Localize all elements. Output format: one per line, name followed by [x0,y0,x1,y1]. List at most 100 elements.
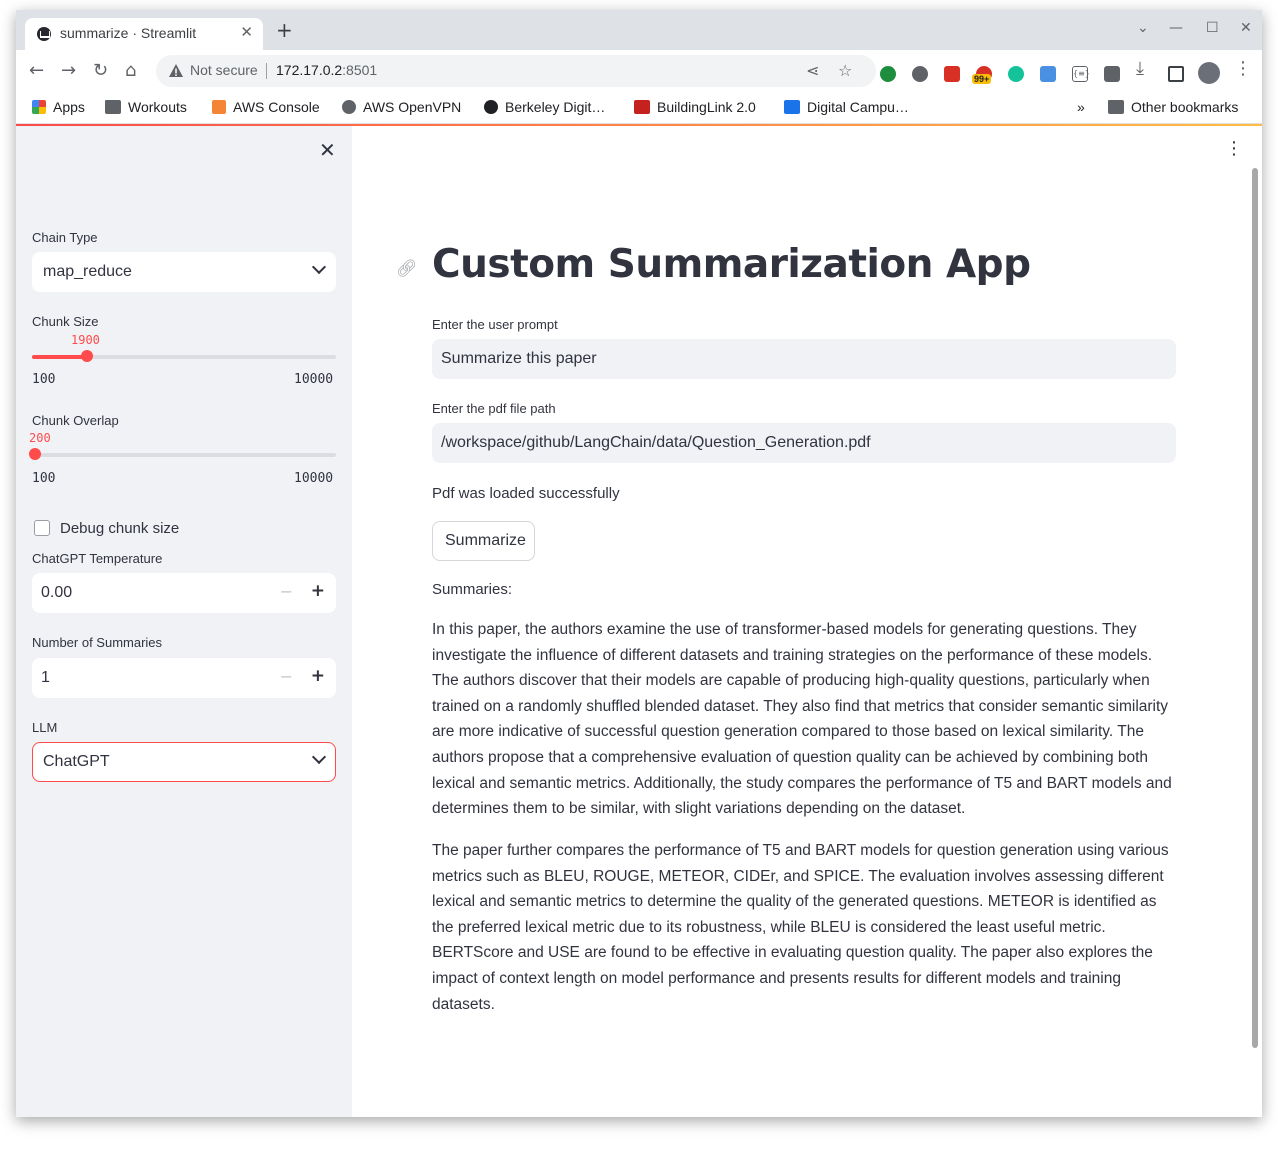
extension-green-arrow-icon[interactable] [880,66,896,82]
summary-paragraph: The paper further compares the performan… [432,842,1169,1013]
bookmark-workouts[interactable]: Workouts [105,99,187,115]
chunk-overlap-value: 200 [29,431,51,445]
share-icon[interactable]: ⋖ [806,61,819,80]
close-window-icon[interactable]: ✕ [1240,20,1252,36]
browser-window: summarize · Streamlit ✕ + ⌄ — ☐ ✕ ← → ↻ … [16,10,1262,1117]
browser-tab[interactable]: summarize · Streamlit ✕ [25,18,263,50]
folder-icon [105,100,121,114]
extension-badge-icon[interactable]: 99+ [972,66,992,84]
bookmark-aws-openvpn[interactable]: AWS OpenVPN [342,99,461,115]
num-summaries-increment-icon[interactable]: + [311,666,325,686]
chunk-size-slider-thumb[interactable] [80,350,93,362]
maximize-icon[interactable]: ☐ [1206,20,1219,36]
anchor-link-icon[interactable]: 🔗︎ [396,259,418,279]
apps-grid-icon [32,100,46,114]
extension-badge-count: 99+ [972,74,992,84]
chain-type-select[interactable]: map_reduce [32,252,336,292]
back-icon[interactable]: ← [29,61,44,81]
bookmark-berkeley[interactable]: Berkeley Digit… [484,99,605,115]
bookmark-label: Workouts [128,99,187,115]
home-icon[interactable]: ⌂ [125,61,136,81]
pdf-path-value: /workspace/github/LangChain/data/Questio… [441,434,871,451]
berkeley-icon [484,100,498,114]
streamlit-favicon-icon [37,27,51,41]
url-port: :8501 [342,62,378,78]
chunk-size-label: Chunk Size [32,314,99,329]
bookmark-buildinglink[interactable]: BuildingLink 2.0 [634,99,756,115]
url-text[interactable]: 172.17.0.2:8501 [276,62,377,78]
chevron-down-icon [311,749,327,765]
profile-avatar[interactable] [1198,62,1220,84]
prompt-value: Summarize this paper [441,350,597,367]
page-title: Custom Summarization App [432,242,1031,287]
num-summaries-value: 1 [41,669,50,686]
chain-type-label: Chain Type [32,230,98,245]
bookmark-aws-console[interactable]: AWS Console [212,99,320,115]
llm-value: ChatGPT [43,753,110,770]
side-panel-icon[interactable] [1168,66,1184,82]
download-icon[interactable]: ⤓ [1136,59,1144,79]
bookmark-apps[interactable]: Apps [32,99,85,115]
bookmarks-bar: Apps Workouts AWS Console AWS OpenVPN Be… [16,92,1262,124]
num-summaries-decrement-icon[interactable]: − [280,667,293,686]
prompt-input[interactable]: Summarize this paper [432,339,1176,379]
temperature-label: ChatGPT Temperature [32,551,163,566]
url-host: 172.17.0.2 [276,62,343,78]
tab-close-icon[interactable]: ✕ [240,23,253,41]
sidebar-close-icon[interactable]: ✕ [319,140,336,160]
temperature-decrement-icon[interactable]: − [280,582,293,601]
chevron-down-icon [311,259,327,275]
chain-type-value: map_reduce [43,263,132,280]
chunk-size-slider[interactable] [32,350,336,362]
temperature-value: 0.00 [41,584,73,601]
bookmark-label: Digital Campu… [807,99,909,115]
pdf-path-input[interactable]: /workspace/github/LangChain/data/Questio… [432,423,1176,463]
buildinglink-icon [634,100,650,114]
browser-menu-icon[interactable]: ⋮ [1234,59,1252,79]
bookmark-star-icon[interactable]: ☆ [838,61,852,80]
bookmarks-overflow[interactable]: » [1077,99,1085,115]
extension-red-dots-icon[interactable] [944,66,960,82]
summaries-heading: Summaries: [432,581,513,598]
bookmark-other[interactable]: Other bookmarks [1108,99,1238,115]
extension-gear-icon[interactable] [912,66,928,82]
pdf-path-label: Enter the pdf file path [432,401,556,416]
summarize-button-label: Summarize [445,532,526,549]
chunk-size-value: 1900 [71,333,100,347]
cloud-extension-icon[interactable] [1040,66,1056,82]
address-bar[interactable]: Not secure 172.17.0.2:8501 ⋖ ☆ [156,55,876,87]
streamlit-page: ✕ Chain Type map_reduce Chunk Size 1900 … [16,126,1262,1117]
sidebar: ✕ Chain Type map_reduce Chunk Size 1900 … [16,126,352,1117]
2u-icon [784,100,800,114]
chunk-overlap-slider-thumb[interactable] [29,448,41,460]
bookmark-digital-campus[interactable]: Digital Campu… [784,99,909,115]
not-secure-label[interactable]: Not secure [190,62,258,78]
debug-chunk-size-label[interactable]: Debug chunk size [60,520,179,537]
debug-chunk-size-checkbox[interactable] [34,520,50,536]
minimize-icon[interactable]: — [1169,20,1183,36]
tab-search-chevron-icon[interactable]: ⌄ [1137,20,1149,36]
json-extension-icon[interactable]: {≡} [1072,66,1090,82]
extensions-puzzle-icon[interactable] [1104,66,1120,82]
new-tab-icon[interactable]: + [276,20,293,40]
forward-icon[interactable]: → [61,61,76,81]
scrollbar[interactable] [1252,168,1258,1048]
temperature-input[interactable]: 0.00 − + [32,573,336,613]
temperature-increment-icon[interactable]: + [311,581,325,601]
reload-icon[interactable]: ↻ [93,61,108,81]
app-menu-icon[interactable]: ⋮ [1225,140,1243,158]
bookmark-label: AWS Console [233,99,320,115]
num-summaries-input[interactable]: 1 − + [32,658,336,698]
bookmark-label: BuildingLink 2.0 [657,99,756,115]
grammarly-icon[interactable] [1008,66,1024,82]
chunk-overlap-slider[interactable] [29,448,336,460]
num-summaries-label: Number of Summaries [32,635,163,650]
llm-select[interactable]: ChatGPT [32,742,336,782]
status-message: Pdf was loaded successfully [432,485,620,502]
summarize-button[interactable]: Summarize [432,521,535,561]
warning-icon [169,64,183,77]
prompt-label: Enter the user prompt [432,317,558,332]
chunk-size-min: 100 [32,372,56,387]
globe-icon [342,100,356,114]
chunk-overlap-min: 100 [32,471,56,486]
